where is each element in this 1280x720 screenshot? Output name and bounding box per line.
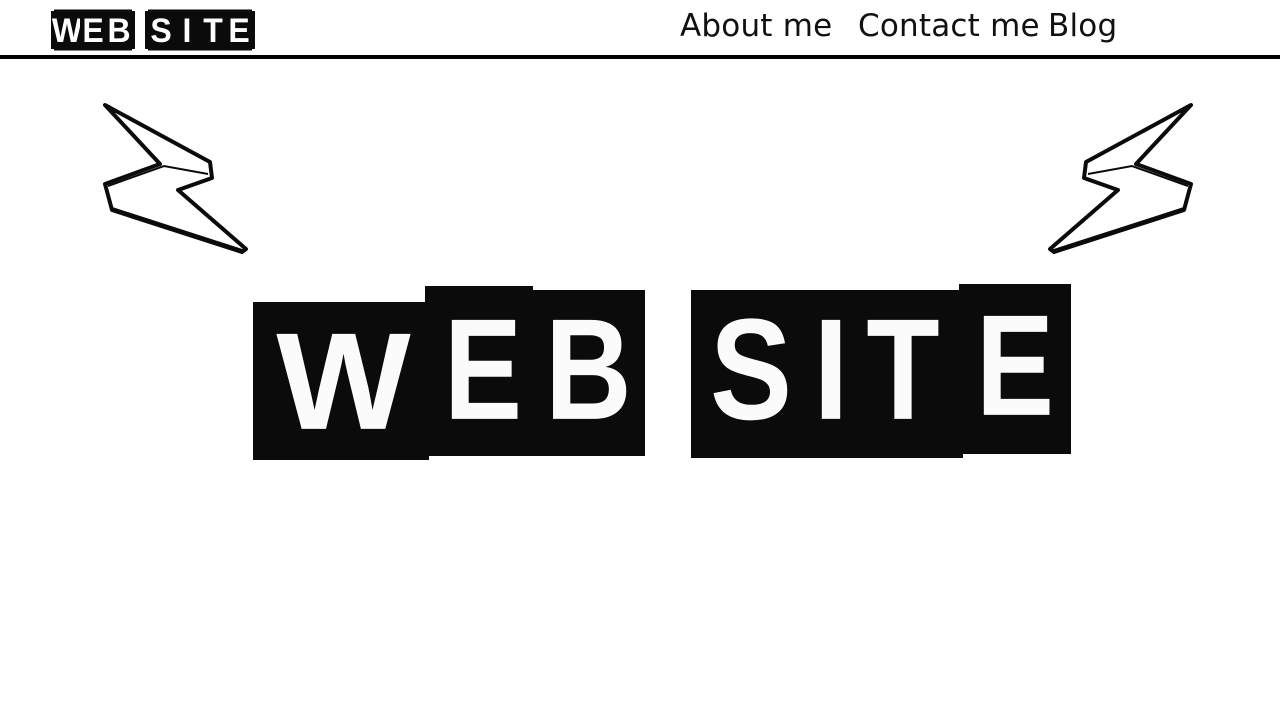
nav-about-link[interactable]: About me [680, 6, 832, 46]
logo-letter: E [226, 9, 252, 51]
nav-blog-link[interactable]: Blog [1048, 6, 1117, 46]
site-logo[interactable]: W E B S I T E [51, 9, 255, 51]
hero-title: W E B S I T E [253, 284, 1073, 462]
logo-letter: I [174, 9, 200, 51]
logo-letter: E [80, 9, 106, 51]
title-letter-e: E [976, 284, 1055, 446]
logo-word-web: W E B [51, 9, 135, 51]
logo-letter: B [106, 9, 132, 51]
title-letter-s: S [710, 288, 793, 450]
title-letter-e: E [444, 288, 523, 450]
logo-word-site: S I T E [145, 9, 255, 51]
title-letter-i: I [813, 288, 849, 450]
lightning-bolt-icon [1048, 103, 1193, 254]
title-letter-b: B [545, 288, 632, 450]
title-letter-w: W [276, 303, 411, 459]
lightning-bolt-icon [103, 103, 248, 254]
nav-contact-link[interactable]: Contact me [858, 6, 1040, 46]
logo-letter: W [51, 9, 83, 51]
title-letter-t: T [866, 288, 940, 450]
page: W E B S I T E About me Contact me Blog W… [0, 0, 1280, 720]
logo-letter: T [200, 9, 226, 51]
site-header: W E B S I T E About me Contact me Blog [0, 0, 1280, 59]
logo-letter: S [148, 9, 174, 51]
